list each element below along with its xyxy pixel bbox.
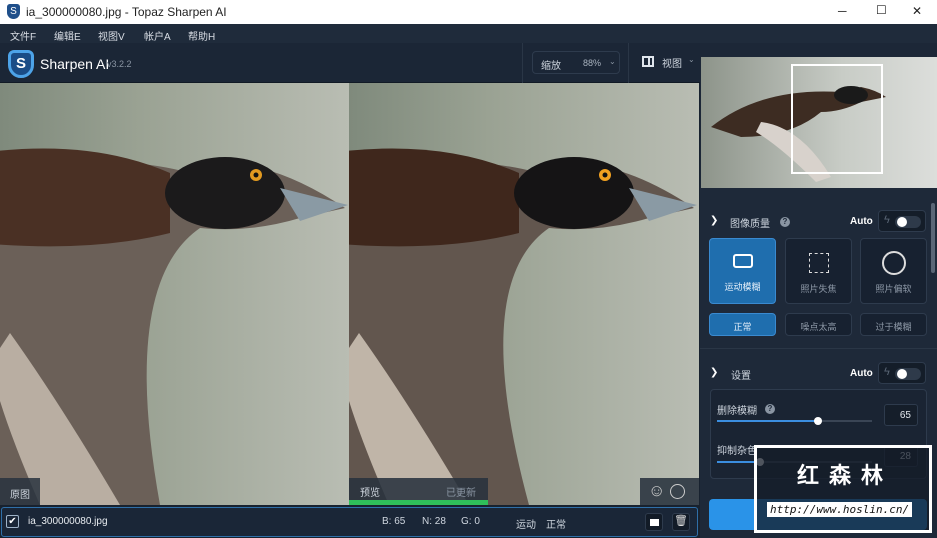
file-bar[interactable]: ✔ ia_300000080.jpg B: 65 N: 28 G: 0 运动 正… [1,507,698,537]
chevron-down-icon: ⌄ [688,55,695,64]
settings-auto-toggle[interactable]: ϟ [878,362,926,384]
zoom-value: 88% [583,58,602,68]
preview-label-bar: 预览 已更新 [349,478,488,505]
mode-out-of-focus[interactable]: 照片失焦 [785,238,852,304]
file-checkbox[interactable]: ✔ [6,515,19,528]
blur-value: B: 65 [382,516,406,527]
minimize-button[interactable]: ─ [838,4,847,18]
duck-preview-image [349,148,697,505]
preview-image[interactable]: 预览 已更新 ☺ [349,83,699,505]
watermark-text: 红森林 [797,463,894,488]
window-title: ia_300000080.jpg - Topaz Sharpen AI [26,5,227,19]
neutral-face-icon[interactable] [670,484,685,499]
quality-auto-toggle[interactable]: ϟ [878,210,926,232]
settings-title: 设置 [731,371,751,382]
settings-auto-label: Auto [850,368,873,379]
scrollbar[interactable] [931,203,935,273]
view-label: 视图 [662,59,682,70]
view-dropdown[interactable]: 视图 ⌄ [640,55,696,71]
file-mode: 运动 [516,520,536,531]
menu-file[interactable]: 文件F [10,28,36,43]
lightning-icon: ϟ [884,214,890,226]
submode-label: 噪点太高 [800,322,837,332]
preview-status: 已更新 [446,488,476,499]
mode-motion-blur[interactable]: 运动模糊 [709,238,776,304]
submode-too-blurry[interactable]: 过于模糊 [860,313,927,336]
menu-account[interactable]: 帐户A [144,28,171,43]
menu-help[interactable]: 帮助H [188,28,215,43]
navigator-thumbnail[interactable] [701,57,937,188]
remove-blur-slider[interactable] [717,417,872,425]
chevron-down-icon: ⌄ [609,57,616,66]
slider-label-remove-blur: 删除模糊 [717,406,757,417]
menu-bar: 文件F 编辑E 视图V 帐户A 帮助H [0,24,937,43]
toolbar: S Sharpen AI v3.2.2 缩放 88% ⌄ 视图 ⌄ [0,43,700,83]
remove-blur-input[interactable]: 65 [884,404,918,426]
menu-edit[interactable]: 编辑E [54,28,81,43]
slider-label-suppress-noise: 抑制杂色 [717,446,757,457]
submode-normal[interactable]: 正常 [709,313,776,336]
smile-icon[interactable]: ☺ [648,481,665,501]
trash-icon[interactable]: 🗑 [672,513,690,531]
chevron-down-icon[interactable]: ❯ [710,367,718,378]
mode-label: 运动模糊 [724,282,761,292]
app-version: v3.2.2 [107,59,132,69]
mode-label: 照片失焦 [800,284,837,294]
submode-high-noise[interactable]: 噪点太高 [785,313,852,336]
menu-view[interactable]: 视图V [98,28,125,43]
quality-title: 图像质量 [730,219,770,230]
split-view-icon [642,56,654,67]
duck-original-image [0,148,348,505]
preview-label: 预览 [360,488,380,499]
submode-label: 过于模糊 [875,322,912,332]
sharpen-logo-icon: S [8,50,34,78]
navigator-viewport[interactable] [791,64,883,174]
title-bar: S ia_300000080.jpg - Topaz Sharpen AI ─ … [0,0,937,24]
watermark-url: http://www.hoslin.cn/ [767,502,913,517]
mode-too-soft[interactable]: 照片偏软 [860,238,927,304]
file-submode: 正常 [546,520,566,531]
noise-value: N: 28 [422,516,446,527]
zoom-dropdown[interactable]: 缩放 88% ⌄ [532,51,620,74]
camera-motion-icon [732,254,753,268]
help-icon[interactable]: ? [765,404,775,414]
close-button[interactable]: ✕ [912,4,922,18]
zoom-label: 缩放 [541,61,561,72]
mode-label: 照片偏软 [875,284,912,294]
help-icon[interactable]: ? [780,217,790,227]
pyramid-icon [881,251,906,275]
app-icon: S [7,4,20,19]
preview-file-icon[interactable] [645,513,663,531]
chevron-down-icon[interactable]: ❯ [710,215,718,226]
feedback-box: ☺ [640,478,699,505]
original-label: 原图 [0,478,40,505]
focus-person-icon [808,253,829,273]
submode-label: 正常 [733,322,752,332]
maximize-button[interactable]: ☐ [876,3,887,17]
grain-value: G: 0 [461,516,480,527]
watermark: 红森林 http://www.hoslin.cn/ [754,445,932,533]
lightning-icon: ϟ [884,366,890,378]
original-image[interactable]: 原图 [0,83,349,505]
app-name: Sharpen AI [40,56,110,72]
quality-auto-label: Auto [850,216,873,227]
file-name: ia_300000080.jpg [28,516,108,527]
preview-progress-bar [349,500,488,505]
